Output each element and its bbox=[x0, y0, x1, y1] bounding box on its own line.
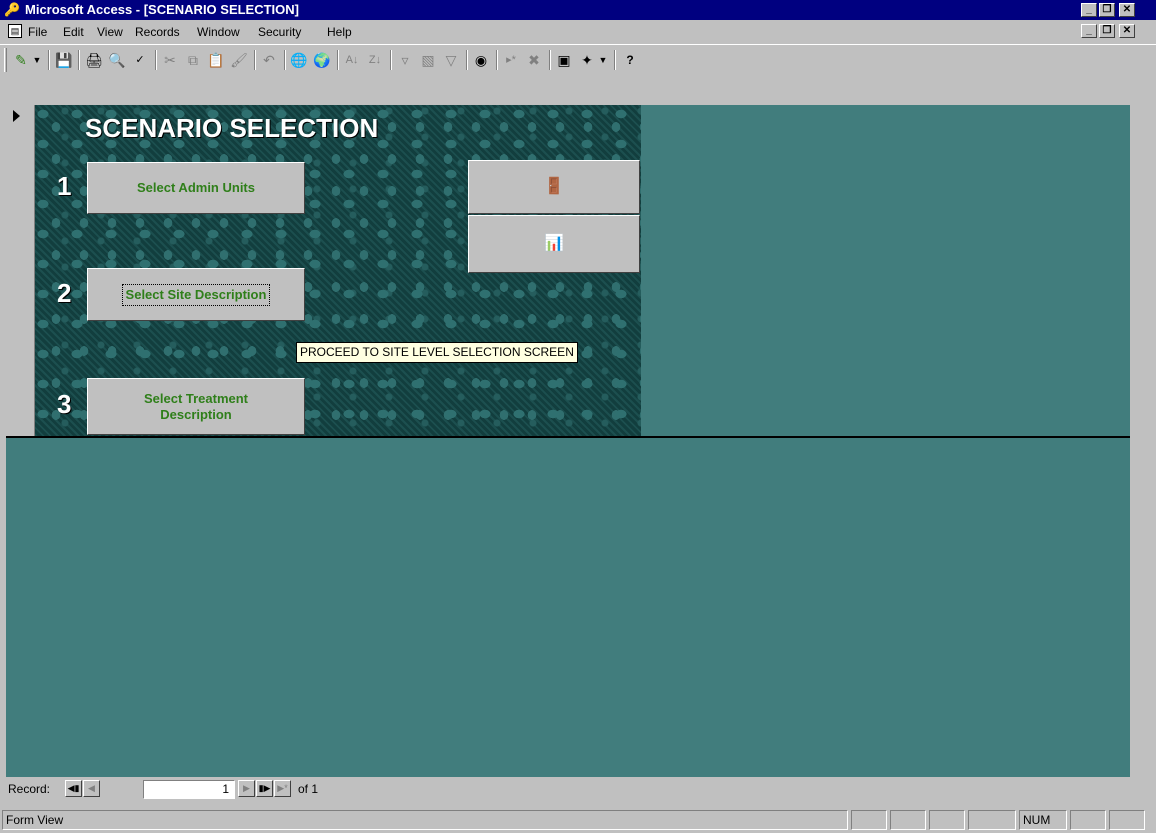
toolbar-separator bbox=[337, 50, 339, 70]
print-icon[interactable]: 🖨 bbox=[83, 49, 105, 71]
status-mode: Form View bbox=[2, 810, 848, 830]
menu-file[interactable]: File bbox=[28, 24, 47, 40]
report-button[interactable]: 📊 bbox=[468, 215, 640, 273]
current-record-arrow-icon bbox=[13, 110, 20, 122]
select-treatment-description-button[interactable]: Select Treatment Description bbox=[87, 378, 305, 435]
copy-icon[interactable]: ⧉ bbox=[182, 49, 204, 71]
toolbar-separator bbox=[549, 50, 551, 70]
form-view-icon[interactable]: ✎ bbox=[10, 49, 32, 71]
step-number-2: 2 bbox=[57, 278, 72, 308]
find-binoculars-icon[interactable]: ◉ bbox=[470, 49, 492, 71]
toolbar-separator bbox=[284, 50, 286, 70]
first-record-button[interactable]: ◀▮ bbox=[65, 780, 82, 797]
status-panel bbox=[851, 810, 887, 830]
menu-edit[interactable]: Edit bbox=[63, 24, 84, 40]
close-app-button[interactable]: ✕ bbox=[1119, 3, 1135, 17]
window-title: Microsoft Access - [SCENARIO SELECTION] bbox=[25, 2, 300, 17]
toolbar-grip[interactable] bbox=[4, 48, 7, 72]
toolbar-separator bbox=[466, 50, 468, 70]
access-key-icon: 🔑 bbox=[4, 2, 21, 17]
help-icon[interactable]: ? bbox=[619, 49, 641, 71]
minimize-form-button[interactable]: _ bbox=[1081, 24, 1097, 38]
filter-by-selection-icon[interactable]: ▿ bbox=[394, 49, 416, 71]
select-site-description-button[interactable]: Select Site Description bbox=[87, 268, 305, 321]
step-number-3: 3 bbox=[57, 389, 72, 419]
select-site-description-label: Select Site Description bbox=[121, 283, 271, 306]
record-navigation-bar: Record: ◀▮ ◀ 1 ▶ ▮▶ ▶* of 1 bbox=[6, 777, 1156, 803]
toolbar-separator bbox=[48, 50, 50, 70]
form-title: SCENARIO SELECTION bbox=[85, 113, 379, 143]
new-record-icon[interactable]: ▸* bbox=[500, 49, 522, 71]
sort-ascending-icon[interactable]: A↓ bbox=[341, 49, 363, 71]
status-panel bbox=[890, 810, 926, 830]
insert-hyperlink-icon[interactable]: 🌐 bbox=[288, 49, 310, 71]
status-bar: Form View NUM bbox=[0, 803, 1156, 833]
delete-record-icon[interactable]: ✖ bbox=[523, 49, 545, 71]
select-admin-units-label: Select Admin Units bbox=[137, 180, 255, 195]
toolbar-separator bbox=[614, 50, 616, 70]
menu-help[interactable]: Help bbox=[327, 24, 352, 40]
toolbar-separator bbox=[155, 50, 157, 70]
form-control-menu-icon[interactable]: ▤ bbox=[8, 24, 22, 38]
step-number-1: 1 bbox=[57, 171, 72, 201]
toolbar-separator bbox=[496, 50, 498, 70]
next-record-button[interactable]: ▶ bbox=[238, 780, 255, 797]
toolbar: ✎ ▼ 💾 🖨 🔍 ✓ ✂ ⧉ 📋 🖌 ↶ 🌐 🌍 A↓ Z↓ ▿ ▧ ▽ ◉ … bbox=[0, 44, 1156, 105]
exit-door-icon: 🚪 bbox=[544, 178, 564, 195]
restore-app-button[interactable]: ❐ bbox=[1099, 3, 1115, 17]
new-object-chevron-down-icon[interactable]: ▼ bbox=[597, 49, 609, 71]
close-form-button[interactable]: ✕ bbox=[1119, 24, 1135, 38]
status-panel bbox=[968, 810, 1016, 830]
new-record-nav-button[interactable]: ▶* bbox=[274, 780, 291, 797]
restore-form-button[interactable]: ❐ bbox=[1099, 24, 1115, 38]
minimize-app-button[interactable]: _ bbox=[1081, 3, 1097, 17]
status-panel bbox=[1070, 810, 1106, 830]
select-treatment-description-label: Select Treatment Description bbox=[143, 390, 249, 422]
apply-filter-icon[interactable]: ▽ bbox=[440, 49, 462, 71]
menu-view[interactable]: View bbox=[97, 24, 123, 40]
undo-icon[interactable]: ↶ bbox=[258, 49, 280, 71]
menu-security[interactable]: Security bbox=[258, 24, 301, 40]
last-record-button[interactable]: ▮▶ bbox=[256, 780, 273, 797]
new-object-icon[interactable]: ✦ bbox=[576, 49, 598, 71]
filter-by-form-icon[interactable]: ▧ bbox=[417, 49, 439, 71]
cut-icon[interactable]: ✂ bbox=[159, 49, 181, 71]
menu-bar: ▤ File Edit View Records Window Security… bbox=[0, 20, 1156, 44]
select-admin-units-button[interactable]: Select Admin Units bbox=[87, 162, 305, 214]
record-number-input[interactable]: 1 bbox=[143, 780, 235, 799]
report-chart-icon: 📊 bbox=[544, 235, 564, 252]
status-panel bbox=[929, 810, 965, 830]
toolbar-separator bbox=[78, 50, 80, 70]
record-count: of 1 bbox=[298, 782, 319, 796]
paste-icon[interactable]: 📋 bbox=[205, 49, 227, 71]
sort-descending-icon[interactable]: Z↓ bbox=[364, 49, 386, 71]
record-label: Record: bbox=[8, 782, 51, 796]
title-bar[interactable]: 🔑 Microsoft Access - [SCENARIO SELECTION… bbox=[0, 0, 1156, 20]
tooltip: PROCEED TO SITE LEVEL SELECTION SCREEN bbox=[296, 342, 578, 363]
exit-button[interactable]: 🚪 bbox=[468, 160, 640, 214]
toolbar-separator bbox=[254, 50, 256, 70]
status-panel bbox=[1109, 810, 1145, 830]
toolbar-separator bbox=[390, 50, 392, 70]
print-preview-icon[interactable]: 🔍 bbox=[106, 49, 128, 71]
vertical-scrollbar[interactable] bbox=[1130, 105, 1156, 777]
web-toolbar-icon[interactable]: 🌍 bbox=[311, 49, 333, 71]
save-icon[interactable]: 💾 bbox=[53, 49, 75, 71]
menu-window[interactable]: Window bbox=[197, 24, 240, 40]
format-painter-icon[interactable]: 🖌 bbox=[228, 49, 250, 71]
database-window-icon[interactable]: ▣ bbox=[553, 49, 575, 71]
record-selector[interactable] bbox=[6, 105, 35, 436]
menu-records[interactable]: Records bbox=[135, 24, 180, 40]
view-dropdown-chevron-down-icon[interactable]: ▼ bbox=[31, 49, 43, 71]
previous-record-button[interactable]: ◀ bbox=[83, 780, 100, 797]
form-section-divider bbox=[6, 436, 1130, 438]
spelling-icon[interactable]: ✓ bbox=[129, 49, 151, 71]
num-lock-indicator: NUM bbox=[1019, 810, 1067, 830]
